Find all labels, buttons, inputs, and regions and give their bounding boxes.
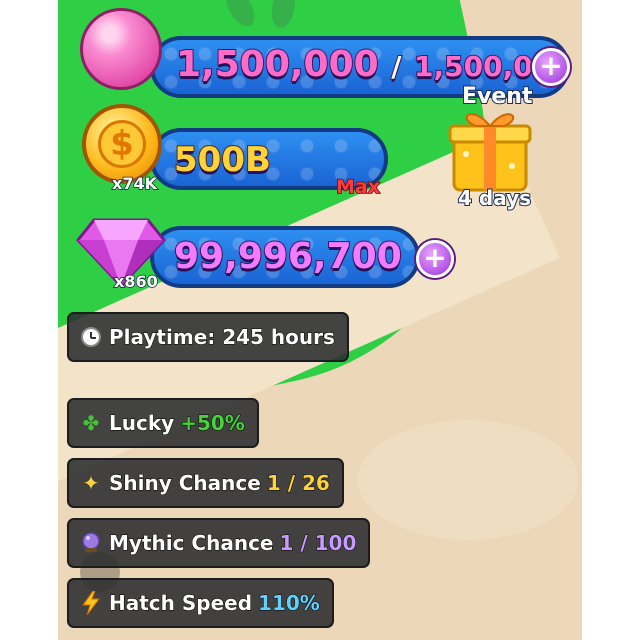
lucky-chip: ✤ Lucky +50% — [67, 398, 259, 448]
coins-multiplier: x74K — [111, 173, 157, 194]
add-gems-button[interactable]: + — [416, 240, 454, 278]
shiny-chance-chip: ✦ Shiny Chance 1 / 26 — [67, 458, 344, 508]
gift-icon[interactable] — [442, 104, 538, 194]
add-pink-orb-button[interactable]: + — [532, 48, 570, 86]
coin-icon: $ — [82, 104, 162, 184]
lucky-value: +50% — [180, 411, 246, 436]
hatch-speed-label: Hatch Speed — [108, 591, 253, 616]
crystal-ball-icon — [79, 531, 103, 555]
mythic-chance-label: Mythic Chance — [108, 531, 274, 556]
mythic-chance-value: 1 / 100 — [279, 531, 357, 556]
hatch-speed-chip: Hatch Speed 110% — [67, 578, 334, 628]
shiny-chance-value: 1 / 26 — [266, 471, 330, 496]
hatch-speed-value: 110% — [258, 591, 321, 616]
sand-patch — [358, 420, 578, 540]
clover-icon: ✤ — [82, 411, 100, 435]
clock-icon — [79, 325, 103, 349]
pink-orb-icon — [80, 8, 162, 90]
mythic-chance-chip: Mythic Chance 1 / 100 — [67, 518, 371, 568]
gems-multiplier: x860 — [113, 271, 158, 292]
shiny-chance-label: Shiny Chance — [109, 471, 262, 496]
pink-orb-separator: / — [390, 49, 402, 84]
playtime-label: Playtime: 245 hours — [109, 325, 336, 350]
lucky-label: Lucky — [108, 411, 175, 436]
coins-max-label: Max — [335, 175, 380, 199]
lightning-icon — [79, 591, 103, 615]
event-days: 4 days — [457, 185, 532, 211]
playtime-chip: Playtime: 245 hours — [67, 312, 349, 362]
gems-value: 99,996,700 — [173, 235, 403, 278]
coins-value: 500B — [173, 139, 272, 181]
sparkles-icon: ✦ — [82, 471, 100, 495]
pink-orb-value: 1,500,000 / 1,500,000 — [175, 43, 573, 86]
